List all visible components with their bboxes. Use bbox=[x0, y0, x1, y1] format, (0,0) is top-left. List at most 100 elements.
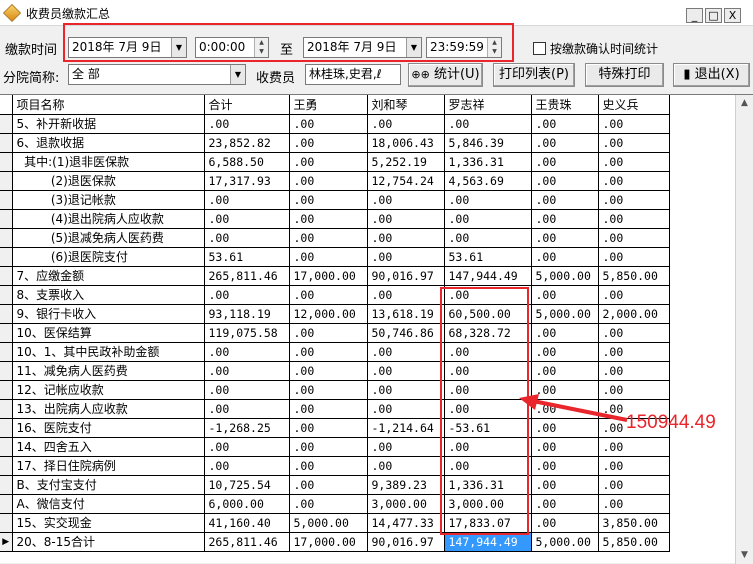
table-row[interactable]: (6)退医院支付 53.61.00.00 53.61.00.00 bbox=[0, 247, 670, 267]
amount-cell[interactable]: .00 bbox=[204, 342, 290, 362]
amount-cell[interactable]: .00 bbox=[598, 285, 670, 305]
amount-cell[interactable]: .00 bbox=[531, 323, 599, 343]
table-row[interactable]: 10、医保结算 119,075.58.00 50,746.86 68,328.72.0… bbox=[0, 323, 670, 343]
amount-cell[interactable]: 14,477.33 bbox=[367, 513, 445, 533]
item-name-cell[interactable]: 20、8-15合计 bbox=[12, 532, 205, 552]
item-name-cell[interactable]: 15、实交现金 bbox=[12, 513, 205, 533]
exit-button[interactable]: ▮ 退出(X) bbox=[673, 63, 750, 87]
amount-cell[interactable]: .00 bbox=[444, 190, 532, 210]
close-button[interactable]: X bbox=[724, 8, 741, 23]
amount-cell[interactable]: 4,563.69 bbox=[444, 171, 532, 191]
amount-cell[interactable]: 3,000.00 bbox=[444, 494, 532, 514]
amount-cell[interactable]: .00 bbox=[289, 228, 368, 248]
amount-cell[interactable]: .00 bbox=[367, 399, 445, 419]
time-spinner[interactable]: ▲ ▼ bbox=[254, 38, 268, 57]
amount-cell[interactable]: 265,811.46 bbox=[204, 532, 290, 552]
column-header[interactable]: 史义兵 bbox=[598, 95, 670, 115]
maximize-button[interactable]: □ bbox=[705, 8, 722, 23]
table-row[interactable]: 17、择日住院病例 .00.00.00.00.00.00 bbox=[0, 456, 670, 476]
amount-cell[interactable]: .00 bbox=[289, 361, 368, 381]
start-date-picker[interactable]: 2018年 7月 9日 ▼ bbox=[68, 37, 187, 58]
amount-cell[interactable]: .00 bbox=[204, 456, 290, 476]
amount-cell[interactable]: .00 bbox=[289, 152, 368, 172]
amount-cell[interactable]: .00 bbox=[598, 114, 670, 134]
amount-cell[interactable]: 5,000.00 bbox=[531, 266, 599, 286]
amount-cell[interactable]: .00 bbox=[367, 361, 445, 381]
column-header[interactable]: 王贵珠 bbox=[531, 95, 599, 115]
amount-cell[interactable]: .00 bbox=[289, 247, 368, 267]
amount-cell[interactable]: .00 bbox=[204, 114, 290, 134]
spin-up-icon[interactable]: ▲ bbox=[488, 38, 501, 47]
amount-cell[interactable]: -1,268.25 bbox=[204, 418, 290, 438]
amount-cell[interactable]: 147,944.49 bbox=[444, 266, 532, 286]
spin-down-icon[interactable]: ▼ bbox=[488, 47, 501, 56]
amount-cell[interactable]: 10,725.54 bbox=[204, 475, 290, 495]
scroll-down-icon[interactable]: ▼ bbox=[736, 547, 753, 564]
table-row[interactable]: ▶ 20、8-15合计 265,811.46 17,000.00 90,016.97 14… bbox=[0, 532, 670, 552]
amount-cell[interactable]: .00 bbox=[598, 209, 670, 229]
item-name-cell[interactable]: 13、出院病人应收款 bbox=[12, 399, 205, 419]
amount-cell[interactable]: .00 bbox=[598, 228, 670, 248]
time-spinner[interactable]: ▲ ▼ bbox=[487, 38, 501, 57]
amount-cell[interactable]: 6,588.50 bbox=[204, 152, 290, 172]
scroll-up-icon[interactable]: ▲ bbox=[736, 95, 753, 112]
special-print-button[interactable]: 特殊打印 bbox=[585, 63, 664, 87]
amount-cell[interactable]: 5,000.00 bbox=[531, 304, 599, 324]
amount-cell[interactable]: .00 bbox=[367, 437, 445, 457]
amount-cell[interactable]: .00 bbox=[531, 456, 599, 476]
table-row[interactable]: 11、减免病人医药费 .00.00.00.00.00.00 bbox=[0, 361, 670, 381]
amount-cell[interactable]: 5,252.19 bbox=[367, 152, 445, 172]
amount-cell[interactable]: .00 bbox=[531, 494, 599, 514]
amount-cell[interactable]: .00 bbox=[598, 171, 670, 191]
amount-cell[interactable]: .00 bbox=[531, 361, 599, 381]
item-name-cell[interactable]: 16、医院支付 bbox=[12, 418, 205, 438]
amount-cell[interactable]: 17,000.00 bbox=[289, 266, 368, 286]
amount-cell[interactable]: .00 bbox=[367, 209, 445, 229]
amount-cell[interactable]: .00 bbox=[289, 437, 368, 457]
column-header[interactable]: 罗志祥 bbox=[444, 95, 532, 115]
amount-cell[interactable]: .00 bbox=[598, 247, 670, 267]
amount-cell[interactable]: 2,000.00 bbox=[598, 304, 670, 324]
item-name-cell[interactable]: 12、记帐应收款 bbox=[12, 380, 205, 400]
amount-cell[interactable]: .00 bbox=[531, 437, 599, 457]
amount-cell[interactable]: .00 bbox=[531, 247, 599, 267]
amount-cell[interactable]: .00 bbox=[531, 513, 599, 533]
start-time-input[interactable]: 0:00:00 ▲ ▼ bbox=[195, 37, 269, 58]
amount-cell[interactable]: 90,016.97 bbox=[367, 532, 445, 552]
amount-cell[interactable]: .00 bbox=[204, 380, 290, 400]
item-name-cell[interactable]: 17、择日住院病例 bbox=[12, 456, 205, 476]
amount-cell[interactable]: .00 bbox=[444, 342, 532, 362]
item-name-cell[interactable]: (5)退减免病人医药费 bbox=[12, 228, 205, 248]
amount-cell[interactable]: .00 bbox=[289, 133, 368, 153]
amount-cell[interactable]: 147,944.49 bbox=[444, 532, 532, 552]
minimize-button[interactable]: _ bbox=[686, 8, 703, 23]
amount-cell[interactable]: .00 bbox=[444, 361, 532, 381]
amount-cell[interactable]: 90,016.97 bbox=[367, 266, 445, 286]
amount-cell[interactable]: .00 bbox=[598, 437, 670, 457]
amount-cell[interactable]: 12,754.24 bbox=[367, 171, 445, 191]
table-row[interactable]: (4)退出院病人应收款 .00.00.00.00.00.00 bbox=[0, 209, 670, 229]
amount-cell[interactable]: 1,336.31 bbox=[444, 152, 532, 172]
amount-cell[interactable]: .00 bbox=[289, 114, 368, 134]
column-header[interactable]: 合计 bbox=[204, 95, 290, 115]
amount-cell[interactable]: .00 bbox=[598, 190, 670, 210]
item-name-cell[interactable]: 11、减免病人医药费 bbox=[12, 361, 205, 381]
amount-cell[interactable]: .00 bbox=[531, 190, 599, 210]
table-row[interactable]: (5)退减免病人医药费 .00.00.00.00.00.00 bbox=[0, 228, 670, 248]
amount-cell[interactable]: 6,000.00 bbox=[204, 494, 290, 514]
item-name-cell[interactable]: 14、四舍五入 bbox=[12, 437, 205, 457]
table-row[interactable]: (3)退记帐款 .00.00.00.00.00.00 bbox=[0, 190, 670, 210]
item-name-cell[interactable]: A、微信支付 bbox=[12, 494, 205, 514]
amount-cell[interactable]: .00 bbox=[444, 114, 532, 134]
end-time-input[interactable]: 23:59:59 ▲ ▼ bbox=[426, 37, 502, 58]
amount-cell[interactable]: 93,118.19 bbox=[204, 304, 290, 324]
amount-cell[interactable]: .00 bbox=[289, 171, 368, 191]
amount-cell[interactable]: .00 bbox=[531, 152, 599, 172]
amount-cell[interactable]: .00 bbox=[289, 285, 368, 305]
amount-cell[interactable]: 53.61 bbox=[444, 247, 532, 267]
table-row[interactable]: A、微信支付 6,000.00.00 3,000.00 3,000.00.00.00 bbox=[0, 494, 670, 514]
item-name-cell[interactable]: 8、支票收入 bbox=[12, 285, 205, 305]
amount-cell[interactable]: .00 bbox=[204, 228, 290, 248]
end-date-picker[interactable]: 2018年 7月 9日 ▼ bbox=[303, 37, 422, 58]
amount-cell[interactable]: .00 bbox=[289, 342, 368, 362]
